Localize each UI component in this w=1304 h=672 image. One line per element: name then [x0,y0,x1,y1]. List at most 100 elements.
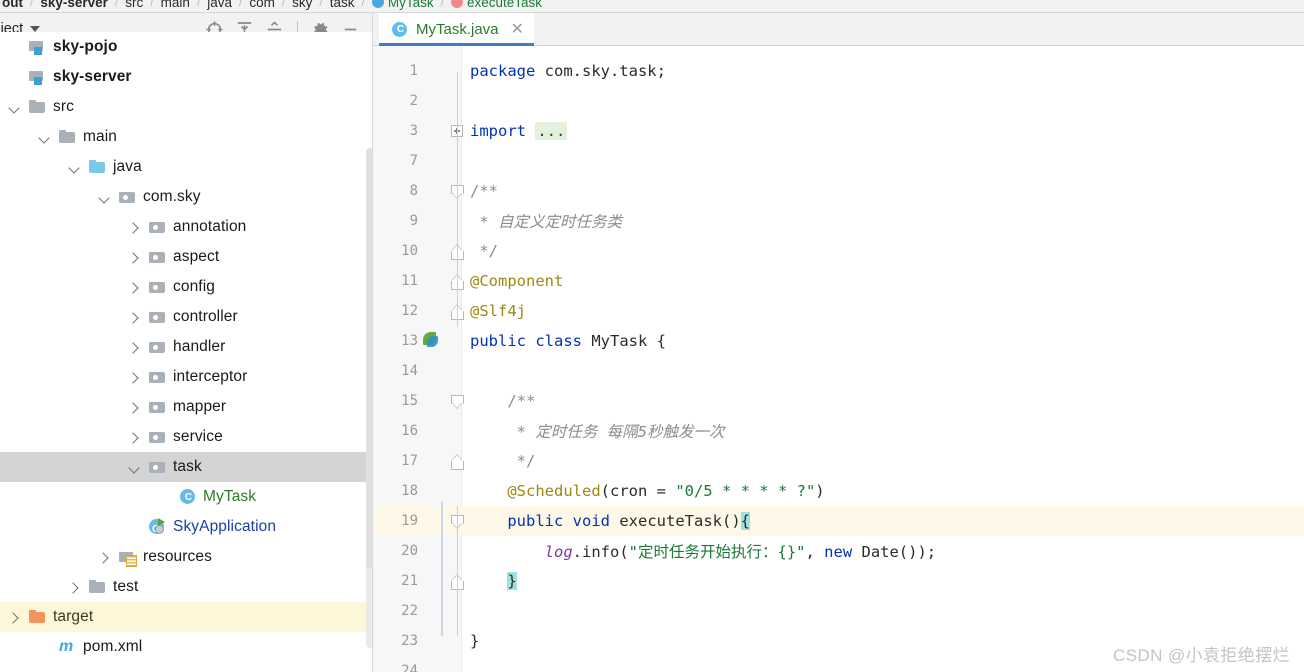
tab-mytask-java[interactable]: C MyTask.java ✕ [379,13,534,46]
tree-item-pom-xml[interactable]: m pom.xml [0,632,372,658]
code-line-16[interactable]: 16 * 定时任务 每隔5秒触发一次 [373,416,1304,446]
breadcrumb[interactable]: out / sky-server / src / main / java / com / sky / tas… [0,0,544,12]
vcs-change-marker[interactable] [441,501,443,636]
code-line-22[interactable]: 22 [373,596,1304,626]
chevron-right-icon[interactable] [128,221,141,234]
idea-window: out / sky-server / src / main / java / com / sky / tas… [0,0,1304,672]
folder-icon [59,129,76,145]
breadcrumb-item-java[interactable]: java [205,0,234,10]
code-editor[interactable]: 1 package com.sky.task; 2 3 import ... 7 8/** 9… [373,46,1304,672]
spring-bean-gutter-icon[interactable] [422,332,440,350]
code-line-18[interactable]: 18 @Scheduled(cron = "0/5 * * * * ?") [373,476,1304,506]
code-token: 自定义定时任务类 [498,213,623,231]
chevron-down-icon[interactable] [98,191,111,204]
tree-item-service[interactable]: service [0,422,372,452]
chevron-down-icon[interactable] [68,161,81,174]
tree-item-test[interactable]: test [0,572,372,602]
chevron-right-icon[interactable] [128,251,141,264]
chevron-right-icon[interactable] [128,281,141,294]
chevron-right-icon[interactable] [128,311,141,324]
code-line-11[interactable]: 11 @Component [373,266,1304,296]
tree-item-java[interactable]: java [0,152,372,182]
code-line-14[interactable]: 14 [373,356,1304,386]
package-icon [119,189,136,205]
tree-item-sky-pojo[interactable]: sky-pojo [0,32,372,62]
breadcrumb-item-mytask[interactable]: MyTask [370,0,436,10]
chevron-down-icon[interactable] [128,461,141,474]
code-token: public [470,332,536,350]
tree-item-label: com.sky [143,188,201,205]
breadcrumb-label: out [2,0,23,10]
tree-item-skyapplication[interactable]: C SkyApplication [0,512,372,542]
tree-item-interceptor[interactable]: interceptor [0,362,372,392]
code-line-13[interactable]: 13 public class MyTask { [373,326,1304,356]
code-line-1[interactable]: 1 package com.sky.task; [373,56,1304,86]
tree-item-label: target [53,608,94,625]
code-line-15[interactable]: 15 /** [373,386,1304,416]
code-line-2[interactable]: 2 [373,86,1304,116]
code-line-7[interactable]: 7 [373,146,1304,176]
code-token: ... [535,122,568,140]
tree-item-label: task [173,458,202,475]
tree-item-handler[interactable]: handler [0,332,372,362]
tree-item-task[interactable]: task [0,452,372,482]
line-number: 15 [401,393,418,409]
code-line-8[interactable]: 8 /** [373,176,1304,206]
code-token: void [572,512,620,530]
fold-region-end-icon[interactable] [451,455,464,470]
tree-item-main[interactable]: main [0,122,372,152]
line-number: 13 [401,333,418,349]
resources-folder-icon [119,549,137,567]
breadcrumb-item-out[interactable]: out [0,0,25,10]
tree-item-config[interactable]: config [0,272,372,302]
chevron-right-icon[interactable] [8,611,21,624]
code-token: public [470,512,573,530]
tree-item-sky-server[interactable]: sky-server [0,62,372,92]
fold-region-start-icon[interactable] [451,395,464,409]
tree-item-mapper[interactable]: mapper [0,392,372,422]
breadcrumb-item-sky-server[interactable]: sky-server [38,0,110,10]
chevron-right-icon[interactable] [68,581,81,594]
code-line-9[interactable]: 9 * 自定义定时任务类 [373,206,1304,236]
tree-item-com-sky[interactable]: com.sky [0,182,372,212]
code-line-17[interactable]: 17 */ [373,446,1304,476]
java-class-icon: C [179,489,196,505]
chevron-right-icon[interactable] [128,431,141,444]
breadcrumb-item-executetask[interactable]: executeTask [449,0,544,10]
tree-item-annotation[interactable]: annotation [0,212,372,242]
tree-item-aspect[interactable]: aspect [0,242,372,272]
tree-item-label: sky-pojo [53,38,118,55]
code-line-3[interactable]: 3 import ... [373,116,1304,146]
breadcrumb-item-task[interactable]: task [328,0,357,10]
tree-item-src[interactable]: src [0,92,372,122]
code-token: @Slf4j [470,302,526,320]
tree-item-resources[interactable]: resources [0,542,372,572]
no-arrow-spacer [8,41,21,54]
project-tree[interactable]: sky-pojo sky-server src main java com.sky anno… [0,32,372,658]
code-line-19[interactable]: 19 public void executeTask(){ [373,506,1304,536]
chevron-right-icon[interactable] [128,371,141,384]
code-line-12[interactable]: 12 @Slf4j [373,296,1304,326]
chevron-right-icon[interactable] [128,401,141,414]
tree-item-mytask[interactable]: C MyTask [0,482,372,512]
line-number: 24 [401,663,418,672]
code-token: new [824,543,862,561]
line-number: 11 [401,273,418,289]
close-icon[interactable]: ✕ [511,21,524,38]
chevron-right-icon[interactable] [128,341,141,354]
chevron-right-icon[interactable] [98,551,111,564]
breadcrumb-item-sky[interactable]: sky [290,0,314,10]
chevron-down-icon[interactable] [8,101,21,114]
code-line-10[interactable]: 10 */ [373,236,1304,266]
breadcrumb-item-main[interactable]: main [159,0,192,10]
tree-item-controller[interactable]: controller [0,302,372,332]
breadcrumb-item-com[interactable]: com [247,0,277,10]
code-text: */ [470,452,536,470]
code-content[interactable]: 1 package com.sky.task; 2 3 import ... 7 8/** 9… [373,46,1304,672]
chevron-down-icon[interactable] [38,131,51,144]
line-number: 18 [401,483,418,499]
breadcrumb-item-src[interactable]: src [123,0,145,10]
tree-item-target[interactable]: target [0,602,372,632]
code-line-20[interactable]: 20 log.info("定时任务开始执行：{}", new Date()); [373,536,1304,566]
code-line-21[interactable]: 21 } [373,566,1304,596]
